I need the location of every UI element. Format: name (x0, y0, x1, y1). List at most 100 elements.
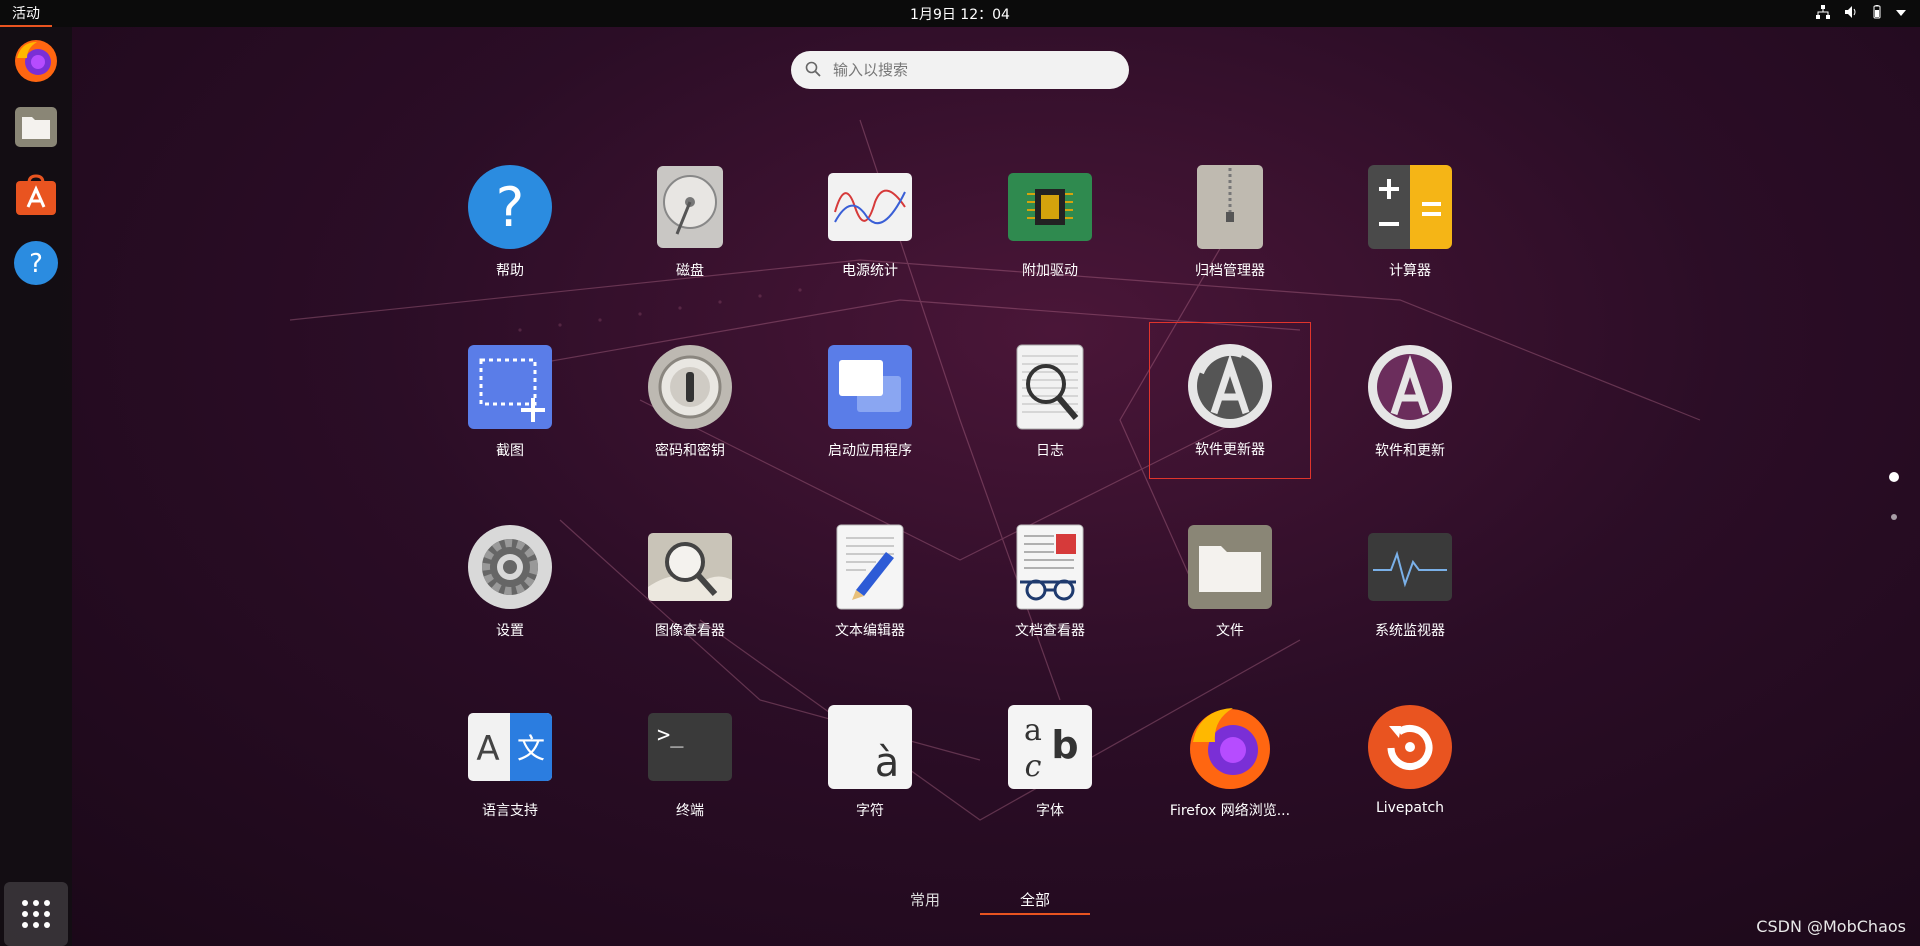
system-tray[interactable] (1816, 0, 1906, 27)
app-software-updates[interactable]: 软件和更新 (1335, 330, 1485, 480)
watermark: CSDN @MobChaos (1756, 917, 1906, 936)
search-input[interactable] (831, 60, 1115, 80)
app-label: 文本编辑器 (835, 623, 905, 639)
app-system-monitor[interactable]: 系统监视器 (1335, 510, 1485, 660)
clock[interactable]: 1月9日 12：04 (910, 0, 1010, 27)
app-label: 设置 (496, 623, 524, 639)
software-updates-icon (1368, 345, 1452, 429)
search-icon (805, 61, 821, 77)
screenshot-icon (468, 345, 552, 429)
tab-frequent[interactable]: 常用 (870, 885, 980, 915)
svg-text:a: a (1024, 713, 1042, 748)
app-label: 终端 (676, 803, 704, 819)
volume-icon (1844, 5, 1858, 23)
dock-firefox[interactable] (12, 37, 60, 85)
app-label: Firefox 网络浏览... (1169, 803, 1291, 819)
app-label: 系统监视器 (1375, 623, 1445, 639)
app-label: 文件 (1216, 623, 1244, 639)
livepatch-icon (1368, 705, 1452, 789)
app-software-updater[interactable]: 软件更新器 (1149, 322, 1311, 479)
show-applications-button[interactable] (4, 882, 68, 946)
help-icon: ? (14, 241, 58, 285)
terminal-icon: >_ (648, 713, 732, 781)
document-viewer-icon (1016, 524, 1084, 610)
characters-icon: à (828, 705, 912, 789)
app-label: 归档管理器 (1195, 263, 1265, 279)
software-updater-icon (1188, 344, 1272, 428)
app-label: 文档查看器 (1015, 623, 1085, 639)
settings-icon (468, 525, 552, 609)
app-startup-applications[interactable]: 启动应用程序 (795, 330, 945, 480)
dock: ? (0, 27, 72, 946)
battery-icon (1872, 4, 1882, 23)
files-icon (1188, 525, 1272, 609)
app-firefox[interactable]: Firefox 网络浏览... (1155, 690, 1305, 840)
app-screenshot[interactable]: 截图 (435, 330, 585, 480)
view-switcher: 常用 全部 (870, 885, 1090, 915)
app-label: 密码和密钥 (655, 443, 725, 459)
search-box[interactable] (791, 51, 1129, 89)
dock-help[interactable]: ? (12, 239, 60, 287)
wallpaper (289, 119, 1701, 821)
app-logs[interactable]: 日志 (975, 330, 1125, 480)
dock-software-center[interactable] (12, 171, 60, 219)
chevron-down-icon (1896, 6, 1906, 21)
svg-text:文: 文 (517, 732, 545, 765)
files-icon (15, 107, 57, 147)
app-label: 电源统计 (842, 263, 898, 279)
svg-text:b: b (1051, 723, 1078, 767)
app-label: 截图 (496, 443, 524, 459)
svg-text:A: A (476, 729, 499, 769)
app-calculator[interactable]: 计算器 (1335, 150, 1485, 300)
svg-text:>_: >_ (657, 723, 684, 748)
app-label: 软件更新器 (1195, 442, 1265, 458)
app-text-editor[interactable]: 文本编辑器 (795, 510, 945, 660)
app-characters[interactable]: à 字符 (795, 690, 945, 840)
app-settings[interactable]: 设置 (435, 510, 585, 660)
app-label: 日志 (1036, 443, 1064, 459)
app-language-support[interactable]: A文 语言支持 (435, 690, 585, 840)
app-files[interactable]: 文件 (1155, 510, 1305, 660)
app-label: 软件和更新 (1375, 443, 1445, 459)
app-help[interactable]: ? 帮助 (435, 150, 585, 300)
disk-icon (657, 166, 723, 248)
language-support-icon: A文 (468, 713, 552, 781)
text-editor-icon (836, 524, 904, 610)
app-livepatch[interactable]: Livepatch (1335, 690, 1485, 840)
svg-text:c: c (1025, 749, 1042, 784)
tab-all[interactable]: 全部 (980, 885, 1090, 915)
app-label: 字符 (856, 803, 884, 819)
app-additional-drivers[interactable]: 附加驱动 (975, 150, 1125, 300)
dock-files[interactable] (12, 103, 60, 151)
app-label: 图像查看器 (655, 623, 725, 639)
firefox-icon (15, 40, 57, 82)
app-label: 磁盘 (676, 263, 704, 279)
app-power-statistics[interactable]: 电源统计 (795, 150, 945, 300)
firefox-icon (1190, 708, 1270, 789)
app-label: 帮助 (496, 263, 524, 279)
app-passwords-keys[interactable]: 密码和密钥 (615, 330, 765, 480)
app-disks[interactable]: 磁盘 (615, 150, 765, 300)
app-label: 启动应用程序 (828, 443, 912, 459)
app-image-viewer[interactable]: 图像查看器 (615, 510, 765, 660)
app-fonts[interactable]: acb 字体 (975, 690, 1125, 840)
app-label: Livepatch (1375, 800, 1445, 816)
app-grid-icon (22, 900, 50, 928)
app-document-viewer[interactable]: 文档查看器 (975, 510, 1125, 660)
image-viewer-icon (648, 533, 732, 601)
activities-button[interactable]: 活动 (0, 0, 52, 27)
software-center-icon (16, 174, 56, 215)
power-statistics-icon (828, 173, 912, 241)
app-terminal[interactable]: >_ 终端 (615, 690, 765, 840)
page-indicator-1[interactable] (1889, 472, 1899, 482)
network-icon (1816, 4, 1830, 23)
app-label: 语言支持 (482, 803, 538, 819)
app-label: 字体 (1036, 803, 1064, 819)
calculator-icon (1368, 165, 1452, 249)
help-icon: ? (468, 165, 552, 249)
page-indicator-2[interactable] (1891, 514, 1897, 520)
system-monitor-icon (1368, 533, 1452, 601)
svg-text:?: ? (29, 249, 43, 279)
app-archive-manager[interactable]: 归档管理器 (1155, 150, 1305, 300)
archive-manager-icon (1197, 165, 1263, 249)
